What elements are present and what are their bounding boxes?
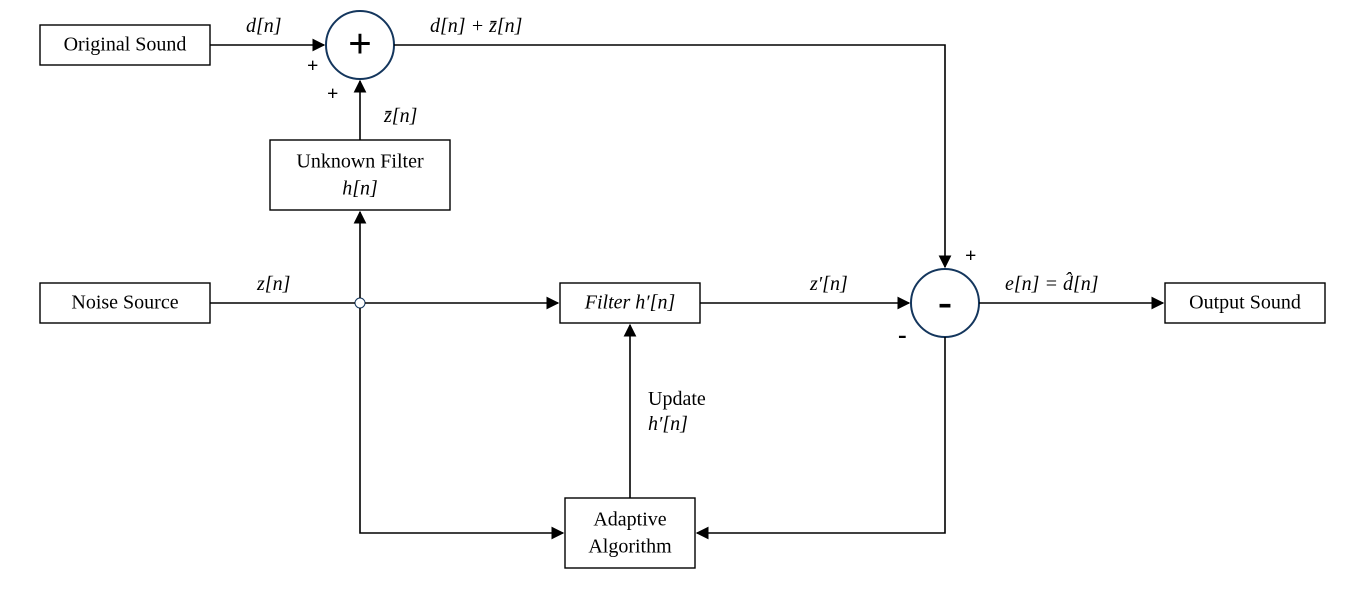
plus-operator: + [348,22,372,68]
signal-update-2: h′[n] [648,413,688,435]
wire-node-to-adaptive [360,308,563,533]
filter-block: Filter h′[n] [560,283,700,323]
output-sound-label: Output Sound [1189,292,1301,314]
unknown-filter-label-1: Unknown Filter [296,151,424,173]
signal-z: z[n] [256,273,290,295]
sum-left-sign: + [307,55,318,77]
signal-sum: d[n] + z̄[n] [430,15,522,37]
sum-bottom-sign: + [327,83,338,105]
original-sound-label: Original Sound [64,34,187,56]
diff-top-sign: + [965,245,976,267]
adaptive-label-1: Adaptive [593,509,666,531]
wire-sum-to-diff [394,45,945,267]
unknown-filter-label-2: h[n] [342,178,378,200]
signal-d: d[n] [246,15,282,37]
original-sound-block: Original Sound [40,25,210,65]
noise-source-label: Noise Source [71,292,178,314]
adaptive-algorithm-block: Adaptive Algorithm [565,498,695,568]
branch-node [355,298,365,308]
signal-zprime: z′[n] [809,273,848,295]
noise-source-block: Noise Source [40,283,210,323]
unknown-filter-block: Unknown Filter h[n] [270,140,450,210]
difference-node: - [911,269,979,337]
minus-operator: - [938,280,952,326]
signal-e: e[n] = d̂[n] [1005,271,1099,295]
sum-node: + [326,11,394,79]
wire-feedback-to-adaptive [697,337,945,533]
filter-label: Filter h′[n] [584,292,676,314]
signal-update-1: Update [648,388,706,410]
block-diagram: Original Sound Noise Source Unknown Filt… [0,0,1353,600]
diff-left-sign: - [898,320,907,349]
signal-zbar: z̄[n] [383,105,417,127]
output-sound-block: Output Sound [1165,283,1325,323]
adaptive-label-2: Algorithm [588,536,672,558]
